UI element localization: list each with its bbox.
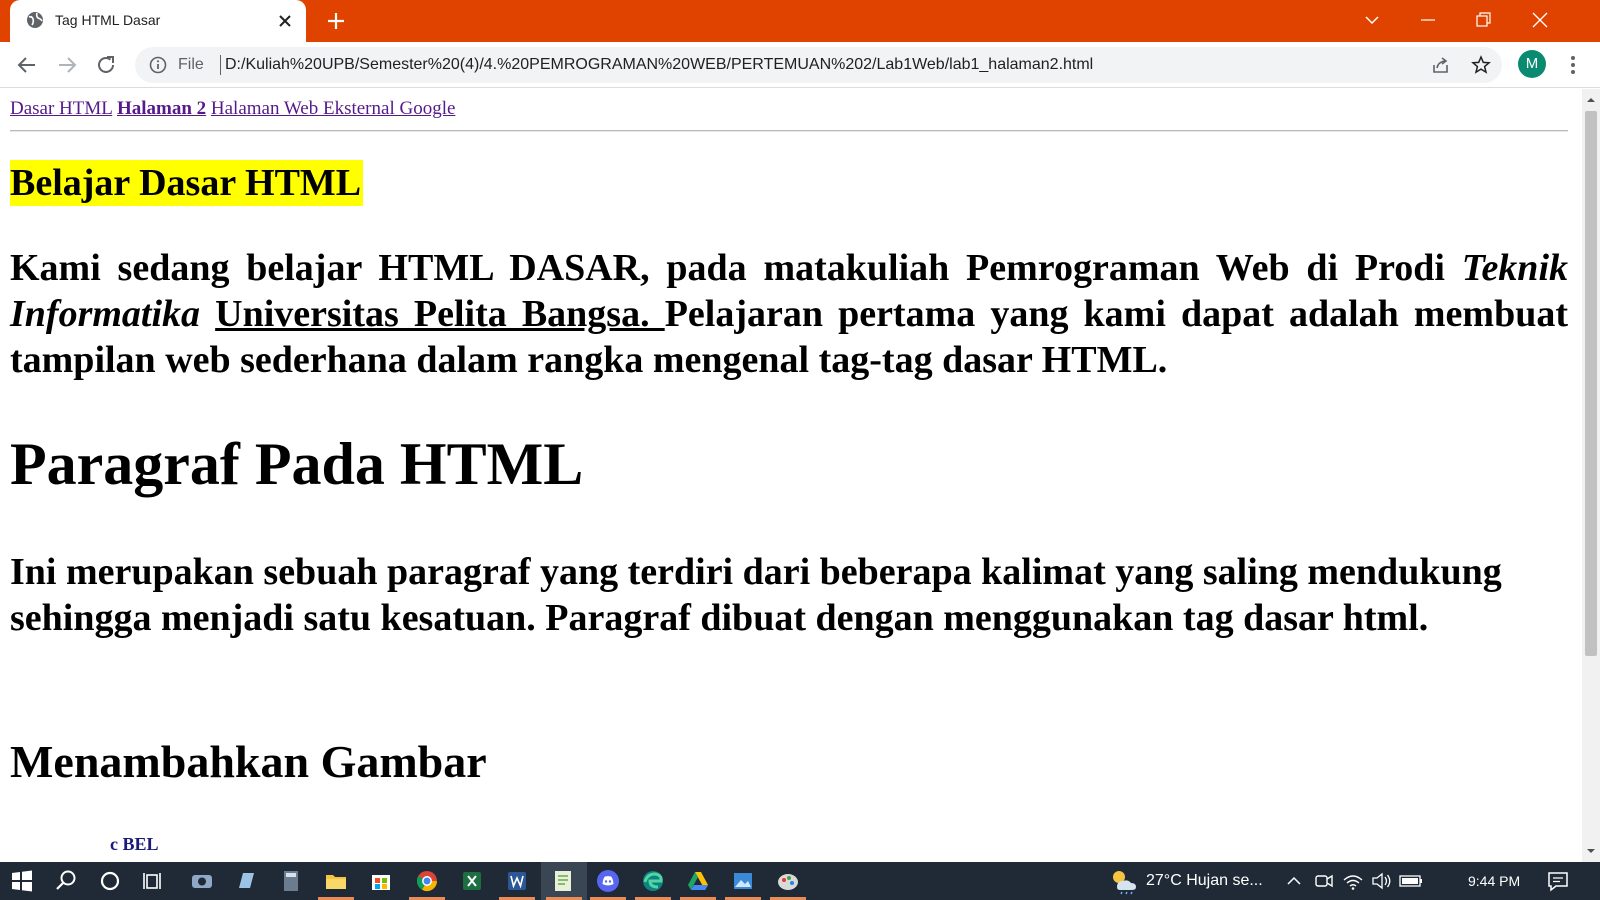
windows-start-icon[interactable] <box>8 867 36 895</box>
link-google[interactable]: Halaman Web Eksternal Google <box>211 98 456 119</box>
url-separator <box>220 55 221 75</box>
url-text[interactable]: D:/Kuliah%20UPB/Semester%20(4)/4.%20PEMR… <box>225 56 1093 74</box>
windows-taskbar: 27°C Hujan se... 9:44 PM <box>0 862 1600 900</box>
scroll-down-icon[interactable] <box>1586 846 1596 856</box>
vertical-scrollbar[interactable] <box>1582 89 1600 862</box>
camera-app-icon[interactable] <box>188 867 216 895</box>
notification-icon[interactable] <box>1544 867 1572 895</box>
globe-icon <box>27 12 43 28</box>
intro-text-before: Kami sedang belajar HTML DASAR, pada mat… <box>10 247 1462 289</box>
address-bar[interactable]: File D:/Kuliah%20UPB/Semester%20(4)/4.%2… <box>135 47 1502 83</box>
close-window-icon[interactable] <box>1530 10 1550 30</box>
image-fragment: c BEL <box>110 834 159 854</box>
horizontal-rule <box>10 130 1568 132</box>
menu-icon[interactable] <box>1563 53 1583 77</box>
tab-strip: Tag HTML Dasar <box>0 0 1600 42</box>
bookmark-star-icon[interactable] <box>1471 55 1491 75</box>
chrome-icon[interactable] <box>413 867 441 895</box>
clock[interactable]: 9:44 PM <box>1468 873 1520 889</box>
paint-icon[interactable] <box>774 867 802 895</box>
heading-paragraf: Paragraf Pada HTML <box>10 431 584 497</box>
calculator-icon[interactable] <box>277 867 305 895</box>
link-halaman-2-label: Halaman 2 <box>116 98 207 119</box>
close-tab-icon[interactable] <box>276 12 294 30</box>
new-tab-icon[interactable] <box>326 11 346 31</box>
excel-icon[interactable] <box>458 867 486 895</box>
info-icon[interactable] <box>149 56 167 74</box>
url-scheme: File <box>178 56 204 73</box>
scroll-up-icon[interactable] <box>1586 95 1596 105</box>
edge-icon[interactable] <box>639 867 667 895</box>
task-view-icon[interactable] <box>140 867 168 895</box>
notes-app-icon[interactable] <box>232 867 260 895</box>
reload-icon[interactable] <box>94 53 118 77</box>
store-icon[interactable] <box>367 867 395 895</box>
tab-search-icon[interactable] <box>1362 10 1382 30</box>
link-halaman-2[interactable]: Halaman 2 <box>117 98 206 119</box>
weather-text[interactable]: 27°C Hujan se... <box>1146 872 1263 890</box>
heading-gambar: Menambahkan Gambar <box>10 736 487 787</box>
page-viewport: Dasar HTML Halaman 2 Halaman Web Ekstern… <box>0 89 1582 862</box>
intro-underlined: Universitas Pelita Bangsa. <box>215 293 665 335</box>
tab-title: Tag HTML Dasar <box>55 12 161 28</box>
highlighted-heading: Belajar Dasar HTML <box>10 160 364 206</box>
meet-now-icon[interactable] <box>1313 867 1335 895</box>
restore-icon[interactable] <box>1474 10 1494 30</box>
tray-chevron-up-icon[interactable] <box>1284 867 1304 895</box>
battery-icon[interactable] <box>1398 867 1424 895</box>
paragraph-text: Ini merupakan sebuah paragraf yang terdi… <box>10 551 1502 639</box>
google-drive-icon[interactable] <box>684 867 712 895</box>
profile-avatar[interactable]: M <box>1518 50 1546 78</box>
cortana-icon[interactable] <box>96 867 124 895</box>
minimize-icon[interactable] <box>1418 10 1438 30</box>
file-explorer-icon[interactable] <box>322 867 350 895</box>
link-dasar-html[interactable]: Dasar HTML <box>10 98 112 119</box>
volume-icon[interactable] <box>1370 867 1392 895</box>
photos-icon[interactable] <box>729 867 757 895</box>
browser-toolbar: File D:/Kuliah%20UPB/Semester%20(4)/4.%2… <box>0 42 1600 88</box>
scrollbar-thumb[interactable] <box>1585 111 1597 656</box>
browser-tab[interactable]: Tag HTML Dasar <box>10 0 306 42</box>
word-icon[interactable] <box>503 867 531 895</box>
forward-icon[interactable] <box>55 53 79 77</box>
page-nav: Dasar HTML Halaman 2 Halaman Web Ekstern… <box>10 98 455 120</box>
search-icon[interactable] <box>52 867 80 895</box>
share-icon[interactable] <box>1431 55 1451 75</box>
notepad-plus-icon[interactable] <box>549 867 577 895</box>
back-icon[interactable] <box>15 53 39 77</box>
weather-icon[interactable] <box>1108 867 1140 895</box>
discord-icon[interactable] <box>594 867 622 895</box>
wifi-icon[interactable] <box>1342 867 1364 895</box>
intro-paragraph: Kami sedang belajar HTML DASAR, pada mat… <box>10 245 1568 383</box>
